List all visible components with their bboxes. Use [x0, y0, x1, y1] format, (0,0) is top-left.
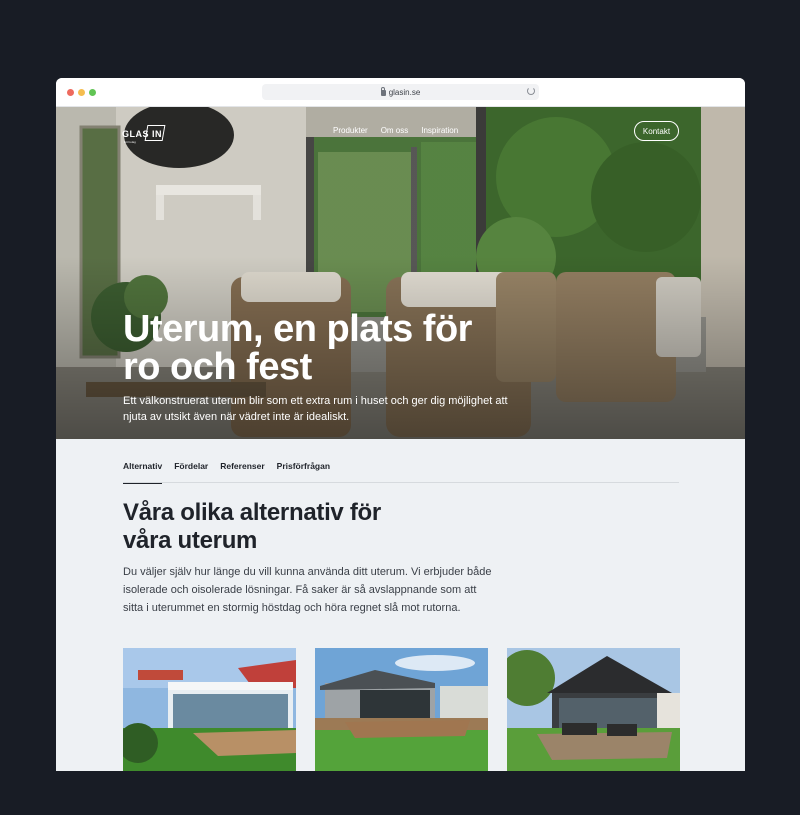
close-window-button[interactable]	[67, 89, 74, 96]
browser-toolbar: glasin.se	[56, 78, 745, 107]
reload-icon[interactable]	[527, 87, 535, 95]
logo-mark-icon	[144, 125, 166, 141]
nav-item-produkter[interactable]: Produkter	[333, 126, 368, 135]
nav-item-om-oss[interactable]: Om oss	[381, 126, 409, 135]
browser-window: glasin.se GLAS IN Ett bolag Produkter Om…	[56, 78, 745, 771]
lock-icon	[380, 87, 386, 96]
section-tabs: Alternativ Fördelar Referenser Prisförfr…	[123, 458, 679, 484]
section-body: Du väljer själv hur länge du vill kunna …	[123, 566, 492, 614]
address-bar[interactable]: glasin.se	[262, 84, 539, 100]
card-image	[123, 648, 296, 771]
card-image	[315, 648, 488, 771]
card-image	[507, 648, 680, 771]
card-uterum-white-house[interactable]	[123, 648, 296, 771]
tab-fordelar[interactable]: Fördelar	[174, 458, 208, 483]
main-nav: Produkter Om oss Inspiration	[333, 126, 458, 135]
card-uterum-black-house[interactable]	[507, 648, 680, 771]
contact-button[interactable]: Kontakt	[634, 121, 679, 141]
section-title: Våra olika alternativ för våra uterum	[123, 499, 381, 554]
logo[interactable]: GLAS IN Ett bolag	[122, 125, 168, 145]
hero-title: Uterum, en plats för ro och fest	[123, 308, 472, 388]
maximize-window-button[interactable]	[89, 89, 96, 96]
card-list	[123, 648, 680, 771]
logo-subtext: Ett bolag	[124, 140, 136, 144]
hero-subtitle: Ett välkonstruerat uterum blir som ett e…	[123, 395, 508, 423]
hero-overlay	[56, 107, 745, 439]
tab-prisforfragan[interactable]: Prisförfrågan	[277, 458, 330, 483]
tab-referenser[interactable]: Referenser	[220, 458, 264, 483]
url-text: glasin.se	[388, 87, 421, 97]
minimize-window-button[interactable]	[78, 89, 85, 96]
hero-section: GLAS IN Ett bolag Produkter Om oss Inspi…	[56, 107, 745, 439]
nav-item-inspiration[interactable]: Inspiration	[421, 126, 458, 135]
tab-alternativ[interactable]: Alternativ	[123, 458, 163, 484]
card-uterum-grey-house[interactable]	[315, 648, 488, 771]
